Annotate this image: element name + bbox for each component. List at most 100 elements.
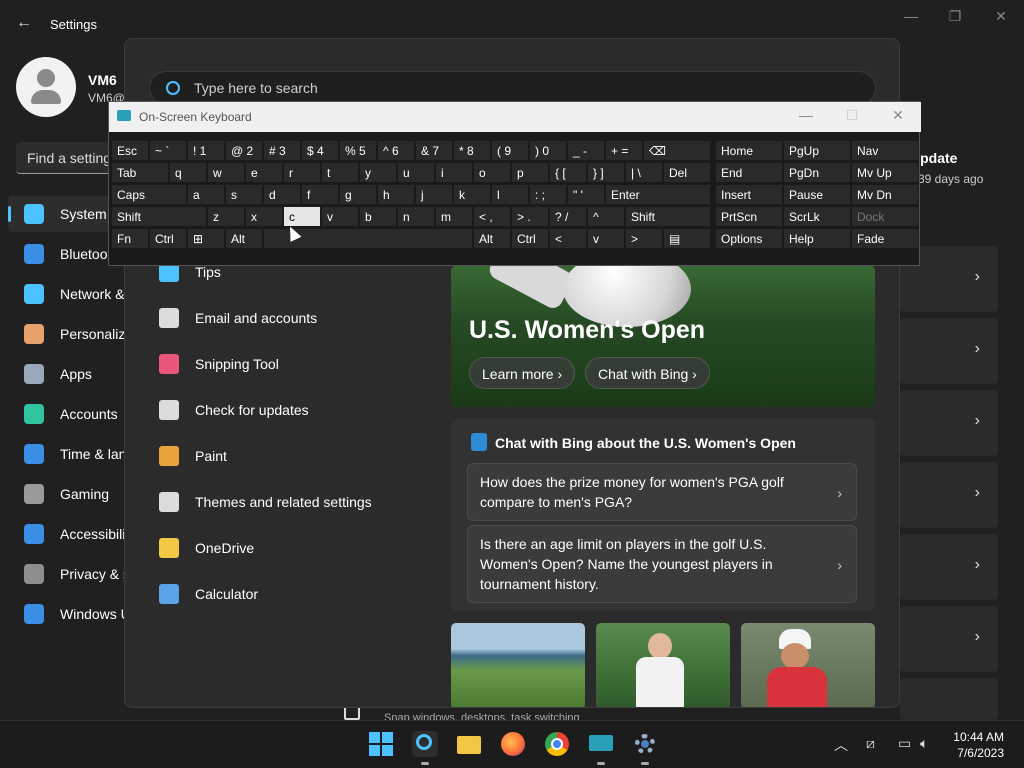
chrome-icon[interactable]: [544, 731, 570, 757]
osk-icon[interactable]: [588, 731, 614, 765]
osk-key[interactable]: x: [245, 206, 283, 227]
settings-row[interactable]: ›: [900, 318, 998, 384]
osk-key[interactable]: e: [245, 162, 283, 183]
osk-key[interactable]: k: [453, 184, 491, 205]
osk-key[interactable]: Ctrl: [511, 228, 549, 249]
osk-nav-key[interactable]: Dock: [851, 206, 919, 227]
osk-key[interactable]: ( 9: [491, 140, 529, 161]
osk-key[interactable]: q: [169, 162, 207, 183]
osk-nav-key[interactable]: Insert: [715, 184, 783, 205]
osk-key[interactable]: r: [283, 162, 321, 183]
avatar[interactable]: [16, 57, 76, 117]
chat-with-bing-button[interactable]: Chat with Bing ›: [585, 357, 710, 389]
osk-key[interactable]: l: [491, 184, 529, 205]
osk-nav-key[interactable]: Pause: [783, 184, 851, 205]
osk-key[interactable]: >: [625, 228, 663, 249]
learn-more-button[interactable]: Learn more ›: [469, 357, 576, 389]
osk-key[interactable]: # 3: [263, 140, 301, 161]
osk-key[interactable]: ⌫: [643, 140, 711, 161]
osk-key[interactable]: ▤: [663, 228, 711, 249]
osk-key[interactable]: ) 0: [529, 140, 567, 161]
osk-key[interactable]: + =: [605, 140, 643, 161]
hero-card[interactable]: U.S. Women's Open Learn more › Chat with…: [451, 265, 875, 407]
osk-key[interactable]: h: [377, 184, 415, 205]
osk-key[interactable]: & 7: [415, 140, 453, 161]
app-result-item[interactable]: Snipping Tool: [159, 345, 449, 383]
osk-key[interactable]: | \: [625, 162, 663, 183]
bing-question[interactable]: How does the prize money for women's PGA…: [467, 463, 857, 521]
osk-key[interactable]: t: [321, 162, 359, 183]
maximize-icon[interactable]: ❐: [940, 8, 970, 25]
volume-icon[interactable]: 🔈︎: [920, 735, 928, 752]
golfer-thumbnail[interactable]: [596, 623, 730, 707]
network-icon[interactable]: ⧄: [866, 735, 875, 752]
settings-icon[interactable]: [632, 731, 658, 765]
osk-key[interactable]: < ,: [473, 206, 511, 227]
osk-key[interactable]: c: [283, 206, 321, 227]
osk-key[interactable]: v: [321, 206, 359, 227]
sidebar-item[interactable]: Windows Update: [8, 596, 128, 632]
settings-row[interactable]: ›: [900, 390, 998, 456]
osk-key[interactable]: Del: [663, 162, 711, 183]
osk-nav-key[interactable]: End: [715, 162, 783, 183]
osk-key[interactable]: y: [359, 162, 397, 183]
osk-key[interactable]: * 8: [453, 140, 491, 161]
sidebar-item[interactable]: Personalization: [8, 316, 128, 352]
back-icon[interactable]: ←: [16, 14, 32, 32]
golf-course-thumbnail[interactable]: [451, 623, 585, 707]
minimize-icon[interactable]: —: [896, 8, 926, 24]
osk-key[interactable]: Shift: [111, 206, 207, 227]
osk-key[interactable]: Enter: [605, 184, 711, 205]
osk-title-bar[interactable]: On-Screen Keyboard — ☐ ✕: [109, 102, 921, 132]
osk-key[interactable]: p: [511, 162, 549, 183]
osk-key[interactable]: Shift: [625, 206, 711, 227]
osk-key[interactable]: z: [207, 206, 245, 227]
settings-row[interactable]: ›: [900, 534, 998, 600]
player-thumbnail[interactable]: [741, 623, 875, 707]
sidebar-item[interactable]: Accessibility: [8, 516, 128, 552]
osk-key[interactable]: Alt: [225, 228, 263, 249]
sidebar-item[interactable]: Apps: [8, 356, 128, 392]
sidebar-item[interactable]: Gaming: [8, 476, 128, 512]
osk-nav-key[interactable]: PrtScn: [715, 206, 783, 227]
osk-key[interactable]: d: [263, 184, 301, 205]
app-result-item[interactable]: OneDrive: [159, 529, 449, 567]
osk-key[interactable]: Tab: [111, 162, 169, 183]
osk-key[interactable]: ? /: [549, 206, 587, 227]
osk-key[interactable]: g: [339, 184, 377, 205]
osk-nav-key[interactable]: Nav: [851, 140, 919, 161]
osk-key[interactable]: <: [549, 228, 587, 249]
search-icon[interactable]: [412, 731, 438, 765]
app-result-item[interactable]: Paint: [159, 437, 449, 475]
osk-key[interactable]: u: [397, 162, 435, 183]
osk-key[interactable]: ^: [587, 206, 625, 227]
osk-nav-key[interactable]: PgUp: [783, 140, 851, 161]
osk-key[interactable]: Esc: [111, 140, 149, 161]
osk-nav-key[interactable]: Home: [715, 140, 783, 161]
osk-key[interactable]: _ -: [567, 140, 605, 161]
osk-key[interactable]: % 5: [339, 140, 377, 161]
osk-key[interactable]: o: [473, 162, 511, 183]
osk-key[interactable]: n: [397, 206, 435, 227]
close-icon[interactable]: ✕: [986, 8, 1016, 25]
sidebar-item[interactable]: Time & language: [8, 436, 128, 472]
sidebar-item[interactable]: Privacy & security: [8, 556, 128, 592]
osk-key[interactable]: " ': [567, 184, 605, 205]
osk-key[interactable]: a: [187, 184, 225, 205]
chevron-up-icon[interactable]: ︿: [834, 735, 848, 755]
osk-nav-key[interactable]: PgDn: [783, 162, 851, 183]
settings-row[interactable]: ›: [900, 462, 998, 528]
clock[interactable]: 10:44 AM 7/6/2023: [953, 729, 1004, 761]
settings-row[interactable]: [900, 678, 998, 720]
sidebar-item[interactable]: Accounts: [8, 396, 128, 432]
firefox-icon[interactable]: [500, 731, 526, 757]
osk-key[interactable]: s: [225, 184, 263, 205]
osk-key[interactable]: : ;: [529, 184, 567, 205]
app-result-item[interactable]: Email and accounts: [159, 299, 449, 337]
osk-nav-key[interactable]: Options: [715, 228, 783, 249]
start-icon[interactable]: [368, 731, 394, 757]
app-result-item[interactable]: Themes and related settings: [159, 483, 449, 521]
osk-key[interactable]: ⊞: [187, 228, 225, 249]
osk-key[interactable]: { [: [549, 162, 587, 183]
app-result-item[interactable]: Check for updates: [159, 391, 449, 429]
